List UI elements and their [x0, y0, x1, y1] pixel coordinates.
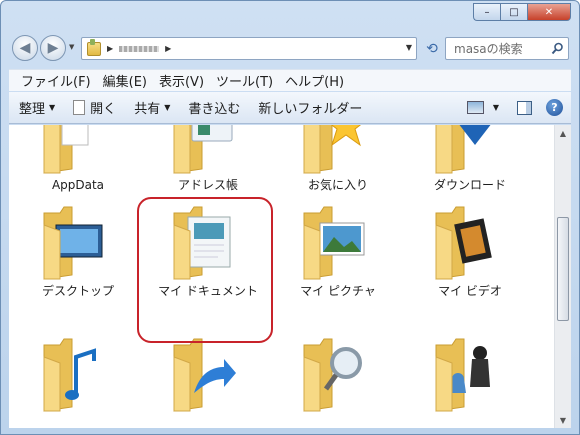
change-view-icon[interactable] — [466, 101, 484, 114]
menu-view[interactable]: 表示(V) — [153, 71, 210, 90]
chevron-down-icon: ▼ — [164, 103, 171, 112]
scroll-down-icon[interactable]: ▼ — [555, 412, 571, 428]
folder-icon — [43, 338, 96, 412]
document-icon — [73, 100, 86, 115]
toolbar-right-group: ▼ ? — [466, 99, 563, 116]
explorer-window: – □ ✕ ◀ ▶ ▼ ▶ ▶ ▼ ⟲ masaの検索 ファイル(F) 編集(E… — [0, 0, 580, 435]
breadcrumb-chevron-icon[interactable]: ▶ — [165, 44, 171, 53]
scrollbar-thumb[interactable] — [557, 217, 569, 321]
burn-label: 書き込む — [188, 102, 241, 117]
recent-pages-dropdown-icon[interactable]: ▼ — [69, 43, 74, 51]
share-button[interactable]: 共有 ▼ — [134, 98, 170, 117]
folder-icon — [87, 38, 101, 56]
search-input[interactable]: masaの検索 — [445, 37, 569, 60]
folder-label: デスクトップ — [41, 284, 114, 298]
menu-tools[interactable]: ツール(T) — [210, 71, 279, 90]
new-folder-button[interactable]: 新しいフォルダー — [258, 98, 362, 117]
burn-button[interactable]: 書き込む — [188, 98, 240, 117]
breadcrumb-blurred-segment[interactable] — [119, 45, 160, 52]
address-bar[interactable]: ▶ ▶ ▼ — [81, 37, 417, 60]
scroll-up-icon[interactable]: ▲ — [555, 125, 571, 141]
folder-icon — [435, 125, 491, 174]
breadcrumb-chevron-icon[interactable]: ▶ — [107, 44, 113, 53]
search-placeholder: masaの検索 — [454, 42, 523, 56]
folder-icon — [43, 125, 89, 174]
organize-button[interactable]: 整理 ▼ — [19, 98, 55, 117]
refresh-icon[interactable]: ⟲ — [421, 37, 443, 60]
red-highlight-outline — [137, 197, 273, 343]
folder-label: ダウンロード — [433, 178, 506, 192]
back-button[interactable]: ◀ — [12, 35, 38, 61]
help-icon[interactable]: ? — [546, 99, 563, 116]
folder-label: マイ ビデオ — [438, 284, 502, 298]
open-button[interactable]: 開く — [73, 98, 116, 117]
folder-icon — [43, 206, 103, 280]
file-list: AppData アドレス帳 お気に入り ダウンロード デスクトップ マイ ドキュメント マイ… — [9, 125, 571, 428]
folder-icon — [173, 125, 233, 174]
menu-file[interactable]: ファイル(F) — [15, 71, 97, 90]
menu-help[interactable]: ヘルプ(H) — [279, 71, 350, 90]
folder-icon — [435, 338, 490, 412]
folder-icon — [303, 125, 362, 174]
new-folder-label: 新しいフォルダー — [258, 102, 363, 117]
folder-icon — [173, 338, 236, 412]
forward-button[interactable]: ▶ — [40, 35, 66, 61]
folder-label: アドレス帳 — [177, 178, 238, 192]
folder-icon — [435, 206, 492, 280]
search-icon[interactable] — [551, 42, 564, 55]
open-label: 開く — [90, 102, 117, 117]
folder-label: マイ ピクチャ — [300, 284, 376, 298]
menu-bar: ファイル(F) 編集(E) 表示(V) ツール(T) ヘルプ(H) — [9, 69, 571, 91]
minimize-button[interactable]: – — [473, 3, 500, 21]
caption-buttons: – □ ✕ — [473, 3, 571, 21]
folder-icon — [303, 338, 362, 412]
menu-edit[interactable]: 編集(E) — [97, 71, 153, 90]
folder-label: AppData — [51, 178, 105, 192]
organize-label: 整理 — [19, 102, 46, 117]
navigation-row: ◀ ▶ ▼ ▶ ▶ ▼ ⟲ masaの検索 — [9, 33, 571, 63]
close-button[interactable]: ✕ — [527, 3, 571, 21]
address-dropdown-icon[interactable]: ▼ — [406, 43, 412, 52]
vertical-scrollbar[interactable]: ▲ ▼ — [554, 125, 571, 428]
preview-pane-icon[interactable] — [517, 100, 532, 115]
folder-icon — [303, 206, 365, 280]
maximize-button[interactable]: □ — [500, 3, 527, 21]
view-options-chevron-icon[interactable]: ▼ — [493, 103, 499, 112]
chevron-down-icon: ▼ — [49, 103, 56, 112]
share-label: 共有 — [134, 102, 161, 117]
folder-label: お気に入り — [307, 178, 368, 192]
command-bar: 整理 ▼ 開く 共有 ▼ 書き込む 新しいフォルダー ▼ ? — [9, 92, 571, 124]
